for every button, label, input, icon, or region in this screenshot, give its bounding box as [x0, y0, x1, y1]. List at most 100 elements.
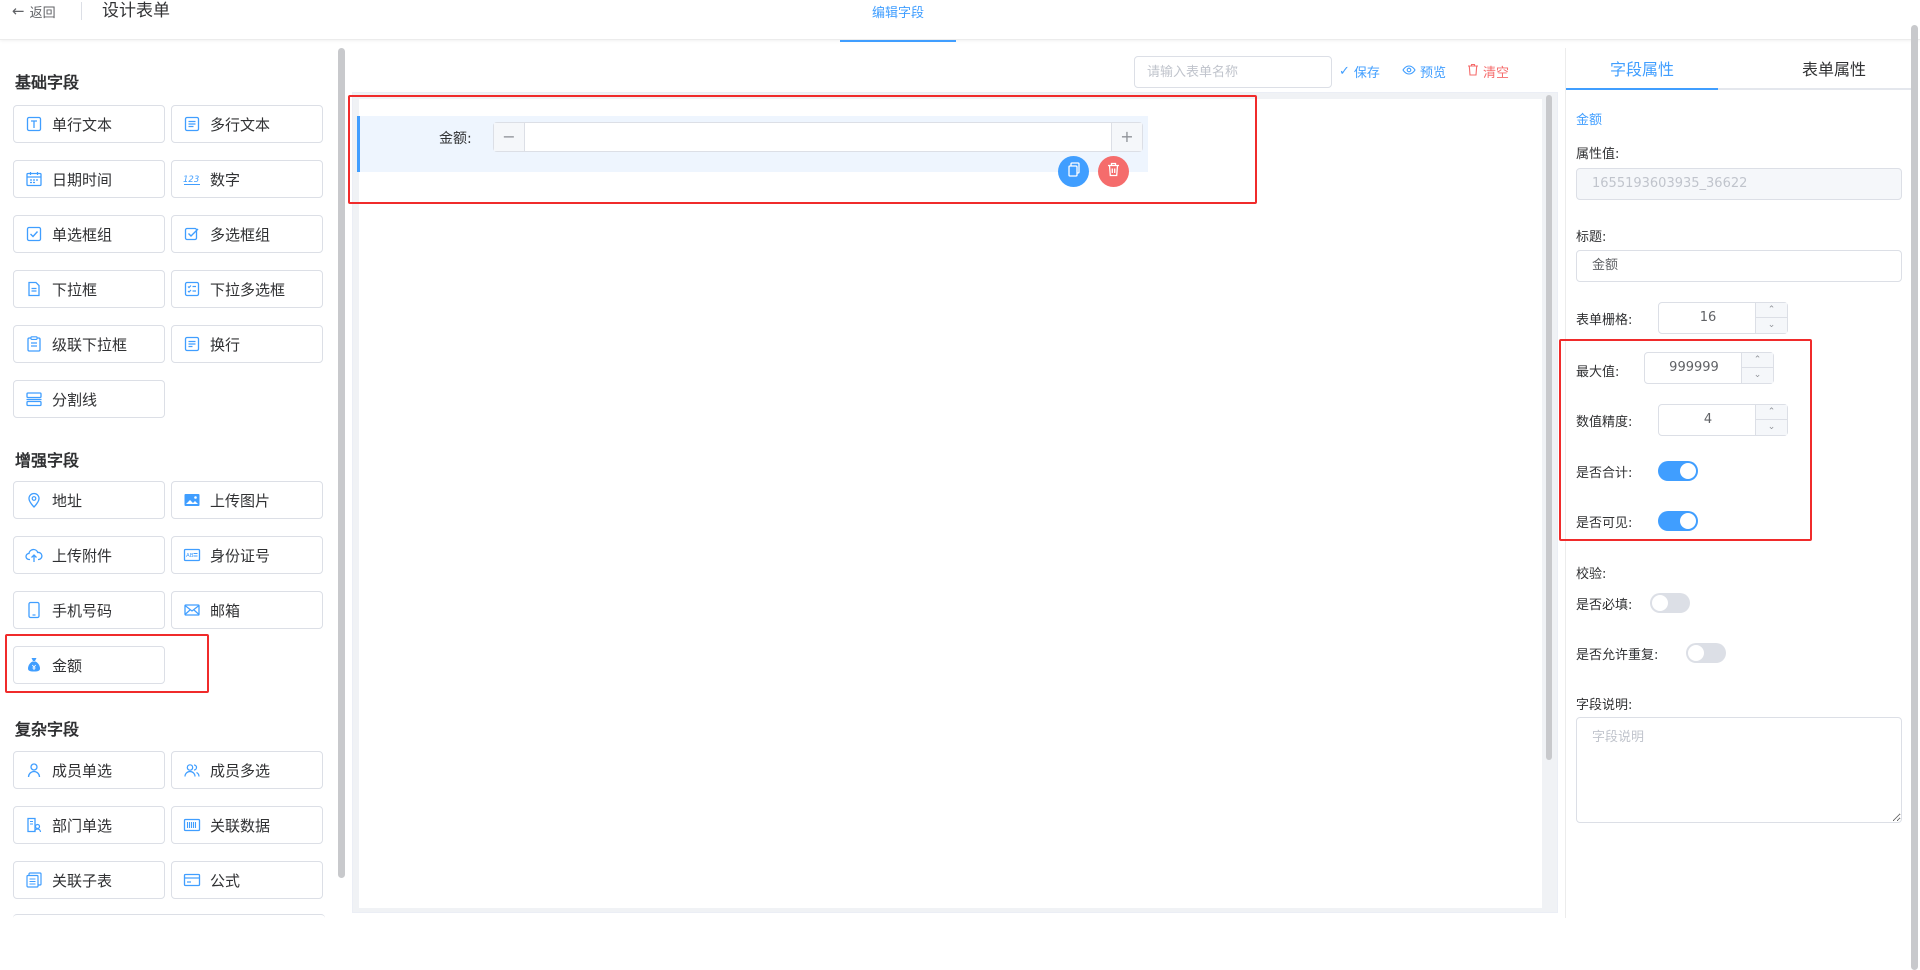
barcode-icon — [182, 815, 202, 835]
number-icon: 123 — [182, 169, 202, 189]
location-icon — [24, 490, 44, 510]
check-icon: ✓ — [1339, 64, 1350, 79]
form-canvas[interactable] — [352, 92, 1558, 913]
title-input[interactable]: 金额 — [1576, 250, 1902, 282]
user-icon — [24, 760, 44, 780]
page-scrollbar[interactable] — [1911, 25, 1918, 970]
highlight-box-amount-field — [348, 95, 1257, 204]
preview-button[interactable]: 预览 — [1402, 62, 1446, 81]
toggle-knob — [1688, 645, 1704, 661]
tab-edit-fields[interactable]: 编辑字段 — [840, 0, 956, 42]
field-button-linebreak[interactable]: 换行 — [171, 325, 323, 363]
duplicate-label: 是否允许重复: — [1576, 648, 1659, 663]
field-palette: 基础字段 单行文本 多行文本 日期时间 123 数字 单选框组 多选框组 下拉框 — [0, 48, 346, 918]
field-button-phone[interactable]: 手机号码 — [13, 591, 165, 629]
field-button-related-subtable[interactable]: 关联子表 — [13, 861, 165, 899]
group-title-complex: 复杂字段 — [15, 720, 80, 739]
svg-text:123: 123 — [183, 175, 199, 185]
department-icon — [24, 815, 44, 835]
field-label: 单行文本 — [52, 115, 113, 134]
field-label: 成员单选 — [52, 761, 113, 780]
field-label: 关联数据 — [210, 816, 271, 835]
field-label: 上传图片 — [210, 491, 271, 510]
field-label: 分割线 — [52, 390, 98, 409]
field-button-radio-group[interactable]: 单选框组 — [13, 215, 165, 253]
field-button-multi-select[interactable]: 下拉多选框 — [171, 270, 323, 308]
field-button-multi-text[interactable]: 多行文本 — [171, 105, 323, 143]
chevron-down-icon[interactable]: ⌄ — [1756, 318, 1787, 333]
field-button-member-single[interactable]: 成员单选 — [13, 751, 165, 789]
image-icon — [182, 490, 202, 510]
validate-label: 校验: — [1576, 567, 1607, 582]
field-label: 级联下拉框 — [52, 335, 128, 354]
tab-field-properties[interactable]: 字段属性 — [1610, 56, 1674, 80]
phone-icon — [24, 600, 44, 620]
formula-icon — [182, 870, 202, 890]
linebreak-icon — [182, 334, 202, 354]
attr-value-input: 1655193603935_36622 — [1576, 168, 1902, 200]
toggle-knob — [1652, 595, 1668, 611]
textarea-icon — [182, 114, 202, 134]
field-button-divider[interactable]: 分割线 — [13, 380, 165, 418]
field-button-select[interactable]: 下拉框 — [13, 270, 165, 308]
complex-fields-grid: 成员单选 成员多选 部门单选 关联数据 关联子表 公式 — [13, 751, 325, 899]
active-tab-indicator — [1566, 88, 1718, 90]
grid-stepper[interactable]: 16 ⌃ ⌄ — [1658, 302, 1788, 334]
calendar-icon — [24, 169, 44, 189]
field-button-cascader[interactable]: 级联下拉框 — [13, 325, 165, 363]
form-name-input[interactable] — [1134, 56, 1332, 88]
mail-icon — [182, 600, 202, 620]
attr-value-label: 属性值: — [1576, 147, 1620, 162]
field-label: 邮箱 — [210, 601, 241, 620]
field-button-single-text[interactable]: 单行文本 — [13, 105, 165, 143]
left-scrollbar[interactable] — [338, 48, 345, 878]
group-title-basic: 基础字段 — [15, 73, 80, 92]
required-toggle[interactable] — [1650, 593, 1690, 613]
cut-off-button-row — [13, 914, 325, 918]
stepper-arrows[interactable]: ⌃ ⌄ — [1755, 303, 1787, 333]
clear-button[interactable]: 清空 — [1467, 62, 1509, 81]
field-label: 地址 — [52, 491, 83, 510]
save-button[interactable]: ✓ 保存 — [1339, 62, 1380, 81]
back-button[interactable]: ← 返回 — [12, 0, 56, 22]
checkbox-group-icon — [182, 224, 202, 244]
tab-form-properties[interactable]: 表单属性 — [1802, 56, 1866, 80]
field-button-related-data[interactable]: 关联数据 — [171, 806, 323, 844]
group-title-enhanced: 增强字段 — [15, 451, 80, 470]
divider-icon — [24, 389, 44, 409]
field-label: 单选框组 — [52, 225, 113, 244]
eye-icon — [1402, 64, 1416, 80]
field-button-number[interactable]: 123 数字 — [171, 160, 323, 198]
field-button-email[interactable]: 邮箱 — [171, 591, 323, 629]
basic-fields-grid: 单行文本 多行文本 日期时间 123 数字 单选框组 多选框组 下拉框 下拉多选 — [13, 105, 325, 418]
header-divider — [81, 2, 82, 20]
id-card-icon: AB — [182, 545, 202, 565]
field-button-upload-image[interactable]: 上传图片 — [171, 481, 323, 519]
save-label: 保存 — [1353, 66, 1380, 81]
text-input-icon — [24, 114, 44, 134]
field-label: 上传附件 — [52, 546, 113, 565]
highlight-box-number-properties — [1559, 339, 1812, 541]
radio-check-icon — [24, 224, 44, 244]
field-button-formula[interactable]: 公式 — [171, 861, 323, 899]
field-button-upload-file[interactable]: 上传附件 — [13, 536, 165, 574]
field-button-checkbox-group[interactable]: 多选框组 — [171, 215, 323, 253]
field-button-department-single[interactable]: 部门单选 — [13, 806, 165, 844]
duplicate-toggle[interactable] — [1686, 643, 1726, 663]
trash-icon — [1467, 63, 1479, 80]
page-title: 设计表单 — [102, 1, 170, 21]
description-textarea[interactable] — [1576, 717, 1902, 823]
description-label: 字段说明: — [1576, 698, 1633, 713]
field-label: 换行 — [210, 335, 241, 354]
chevron-up-icon[interactable]: ⌃ — [1756, 303, 1787, 318]
field-button-member-multi[interactable]: 成员多选 — [171, 751, 323, 789]
field-label: 下拉多选框 — [210, 280, 286, 299]
multi-select-icon — [182, 279, 202, 299]
grid-value: 16 — [1699, 310, 1717, 325]
field-button-address[interactable]: 地址 — [13, 481, 165, 519]
canvas-scrollbar[interactable] — [1546, 95, 1552, 760]
field-label: 日期时间 — [52, 170, 113, 189]
field-label: 多行文本 — [210, 115, 271, 134]
field-button-datetime[interactable]: 日期时间 — [13, 160, 165, 198]
field-button-id-card[interactable]: AB 身份证号 — [171, 536, 323, 574]
